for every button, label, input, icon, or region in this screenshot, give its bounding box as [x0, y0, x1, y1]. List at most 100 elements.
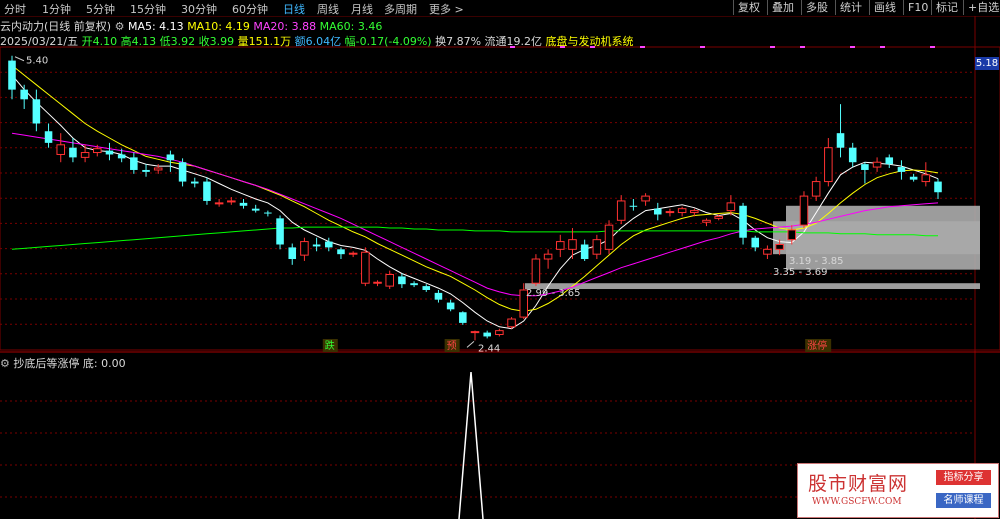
quote-low: 低3.92	[159, 35, 196, 48]
period-tab-fenshi[interactable]: 分时	[4, 1, 26, 17]
multi-stock-button[interactable]: 多股	[801, 0, 832, 15]
f10-button[interactable]: F10	[903, 0, 932, 15]
candle	[325, 237, 333, 252]
quote-line: 2025/03/21/五 开4.10 高4.13 低3.92 收3.99 量15…	[0, 33, 634, 49]
main-panel-border	[0, 46, 1000, 351]
candle-body	[543, 253, 553, 260]
candle-body	[105, 150, 114, 155]
candle-body	[251, 208, 260, 211]
candle	[909, 173, 918, 182]
candle	[348, 251, 358, 258]
candle	[556, 234, 565, 258]
sub-indicator-value: 底: 0.00	[82, 357, 126, 370]
add-watchlist-button[interactable]: +自选	[963, 0, 1000, 15]
sub-indicator-name: 抄底后等涨停	[13, 357, 80, 370]
candle-body	[325, 241, 333, 248]
period-tab-day[interactable]: 日线	[283, 1, 305, 17]
candle	[763, 245, 772, 260]
quote-amount: 额6.04亿	[294, 35, 342, 48]
candle	[665, 208, 675, 217]
candle	[227, 197, 236, 205]
candle-body	[751, 237, 760, 248]
sub-settings-icon[interactable]: ⚙	[0, 357, 10, 370]
candle	[410, 281, 418, 288]
support-zone-box	[773, 221, 980, 255]
candle-body	[861, 164, 869, 170]
candle-body	[763, 248, 772, 255]
period-tab-week[interactable]: 周线	[317, 1, 339, 17]
period-tab-15min[interactable]: 15分钟	[130, 1, 166, 17]
low-pointer	[466, 340, 475, 348]
candle	[8, 55, 16, 100]
candle	[848, 142, 857, 168]
kline-chart[interactable]: 5.40 2.44 2.99 - 3.65 3.19 - 3.853.35 - 3.6…	[0, 0, 1000, 519]
candle	[422, 284, 431, 292]
candle	[373, 280, 382, 287]
indicator-name: 云内动力(日线 前复权)	[0, 20, 112, 33]
support-zone-box	[786, 205, 980, 270]
candles	[8, 55, 942, 341]
candle	[714, 214, 723, 221]
candle	[811, 176, 821, 201]
candle	[434, 289, 443, 303]
candle-body	[69, 147, 77, 158]
zone-label-1: 2.99 - 3.65	[526, 288, 581, 299]
candle	[885, 154, 894, 169]
candle-body	[726, 202, 736, 212]
period-tab-1min[interactable]: 1分钟	[42, 1, 71, 17]
period-tab-multi[interactable]: 多周期	[384, 1, 417, 17]
candle	[20, 84, 28, 109]
settings-icon[interactable]: ⚙	[115, 20, 125, 33]
candle-body	[836, 133, 845, 148]
period-tab-30min[interactable]: 30分钟	[181, 1, 217, 17]
candle	[276, 215, 284, 250]
candle	[531, 254, 541, 287]
candle-body	[702, 219, 711, 223]
ma5-value: MA5: 4.13	[127, 20, 184, 33]
candle	[787, 225, 797, 245]
candle	[361, 247, 370, 287]
candle	[69, 138, 77, 163]
support-zone-box	[525, 283, 980, 290]
signal-yu-bg	[444, 339, 460, 352]
candle-body	[361, 251, 370, 284]
candle	[214, 199, 224, 207]
candle-body	[580, 244, 589, 260]
quote-date: 2025/03/21/五	[0, 35, 79, 48]
candle	[616, 195, 626, 225]
ma20-value: MA20: 3.88	[253, 20, 317, 33]
candle	[470, 330, 480, 341]
candle	[739, 202, 747, 245]
last-price-tag: 5.18	[975, 57, 999, 70]
candle-body	[885, 157, 894, 165]
candle	[483, 330, 491, 339]
candle-body	[153, 167, 163, 171]
candle	[568, 228, 577, 260]
candle	[239, 199, 248, 209]
candle	[337, 247, 345, 260]
candle-body	[921, 174, 931, 183]
candle	[751, 235, 760, 252]
period-tab-month[interactable]: 月线	[351, 1, 373, 17]
stats-button[interactable]: 统计	[835, 0, 866, 15]
mark-button[interactable]: 标记	[931, 0, 962, 15]
candle	[56, 133, 66, 163]
candle	[190, 177, 199, 188]
fuquan-button[interactable]: 复权	[733, 0, 764, 15]
candle-body	[677, 208, 687, 214]
candle	[288, 243, 297, 265]
candle-body	[507, 318, 516, 328]
overlay-button[interactable]: 叠加	[767, 0, 798, 15]
candle-body	[93, 148, 102, 154]
indicator-header: 云内动力(日线 前复权) ⚙ MA5: 4.13 MA10: 4.19 MA20…	[0, 18, 382, 34]
candle-body	[190, 181, 199, 184]
candle	[519, 283, 529, 320]
candle-body	[787, 229, 797, 241]
candle-body	[604, 224, 614, 250]
period-tab-5min[interactable]: 5分钟	[86, 1, 115, 17]
candle-body	[470, 331, 480, 334]
period-tab-60min[interactable]: 60分钟	[232, 1, 268, 17]
draw-line-button[interactable]: 画线	[869, 0, 900, 15]
period-tab-more[interactable]: 更多 >	[429, 1, 464, 17]
high-pointer	[14, 56, 25, 62]
